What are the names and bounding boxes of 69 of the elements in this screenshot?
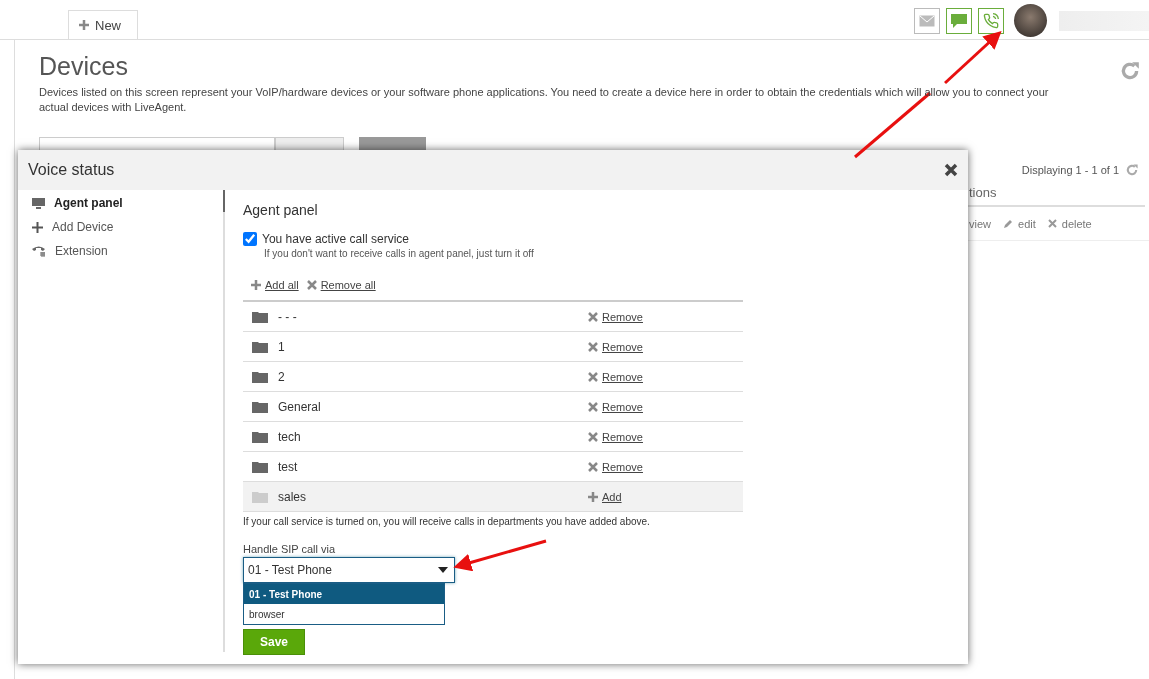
page-title: Devices bbox=[39, 52, 128, 81]
edit-link[interactable]: edit bbox=[1018, 217, 1036, 230]
nav-item[interactable]: Extension bbox=[32, 242, 223, 260]
pencil-icon bbox=[1003, 218, 1013, 229]
remove-link[interactable]: Remove bbox=[588, 370, 643, 383]
folder-icon bbox=[252, 460, 268, 473]
remove-link[interactable]: Remove bbox=[588, 430, 643, 443]
close-button[interactable] bbox=[944, 163, 958, 177]
remove-link[interactable]: Remove bbox=[588, 460, 643, 473]
mail-button[interactable] bbox=[914, 7, 940, 34]
caret-icon bbox=[438, 567, 448, 573]
paging-info: Displaying 1 - 1 of 1 bbox=[1021, 164, 1119, 176]
monitor-icon bbox=[32, 197, 45, 209]
plus-icon bbox=[32, 221, 43, 233]
sip-label: Handle SIP call via bbox=[243, 543, 337, 555]
department-name: 2 bbox=[278, 369, 286, 384]
chat-button[interactable] bbox=[946, 7, 972, 34]
remove-link[interactable]: Remove bbox=[588, 400, 643, 413]
folder-icon bbox=[252, 490, 268, 503]
checkbox-hint: If you don't want to receive calls in agent panel, just turn it off bbox=[264, 248, 535, 259]
folder-icon bbox=[252, 400, 268, 413]
close-icon bbox=[588, 341, 598, 352]
section-heading: Agent panel bbox=[243, 202, 319, 218]
refresh-icon[interactable] bbox=[1125, 163, 1139, 177]
delete-link[interactable]: delete bbox=[1061, 217, 1092, 230]
nav-item[interactable]: Add Device bbox=[32, 218, 223, 236]
close-icon bbox=[588, 311, 598, 322]
plus-icon bbox=[79, 20, 89, 30]
dialog-title: Voice status bbox=[28, 161, 115, 179]
page-description: Devices listed on this screen represent your VoIP/hardware devices or your software phone applications. You need to create a device here in order to obtain the credentials which will allow you to connect your actual devices with LiveAgent. bbox=[39, 85, 1050, 115]
close-icon bbox=[588, 401, 598, 412]
department-name: tech bbox=[278, 429, 302, 444]
dropdown-option[interactable]: 01 - Test Phone bbox=[244, 584, 444, 604]
user-avatar[interactable] bbox=[1014, 4, 1047, 37]
column-header: tions bbox=[969, 184, 997, 202]
close-icon bbox=[306, 280, 317, 290]
remove-link[interactable]: Remove bbox=[588, 310, 643, 323]
nav-item[interactable]: Agent panel bbox=[32, 194, 223, 212]
add-all-link[interactable]: Add all bbox=[251, 279, 299, 291]
sip-select[interactable]: 01 - Test Phone bbox=[243, 557, 455, 583]
plus-icon bbox=[588, 491, 598, 502]
department-name: test bbox=[278, 459, 299, 474]
folder-icon bbox=[252, 370, 268, 383]
remove-all-link[interactable]: Remove all bbox=[306, 279, 376, 291]
chat-icon bbox=[951, 13, 967, 28]
department-name: sales bbox=[278, 489, 307, 504]
department-name: 1 bbox=[278, 339, 286, 354]
add-link[interactable]: Add bbox=[588, 490, 622, 503]
close-icon bbox=[588, 461, 598, 472]
checkbox-label: You have active call service bbox=[262, 232, 409, 246]
phone-icon bbox=[983, 12, 999, 29]
close-icon bbox=[1047, 219, 1057, 228]
folder-icon bbox=[252, 430, 268, 443]
close-icon bbox=[588, 371, 598, 382]
remove-link[interactable]: Remove bbox=[588, 340, 643, 353]
close-icon bbox=[588, 431, 598, 442]
phone-button[interactable] bbox=[978, 7, 1004, 34]
departments-note: If your call service is turned on, you will receive calls in departments you have added above. bbox=[243, 516, 651, 527]
plus-icon bbox=[251, 280, 261, 290]
new-tab[interactable]: New bbox=[68, 10, 138, 39]
department-name: General bbox=[278, 399, 322, 414]
folder-icon bbox=[252, 340, 268, 353]
active-service-checkbox[interactable] bbox=[243, 232, 257, 246]
phone-extension-icon bbox=[32, 245, 46, 257]
mail-icon bbox=[919, 14, 935, 27]
refresh-icon[interactable] bbox=[1119, 60, 1141, 82]
folder-icon bbox=[252, 310, 268, 323]
department-name: - - - bbox=[278, 309, 298, 324]
view-link[interactable]: view bbox=[969, 217, 991, 230]
